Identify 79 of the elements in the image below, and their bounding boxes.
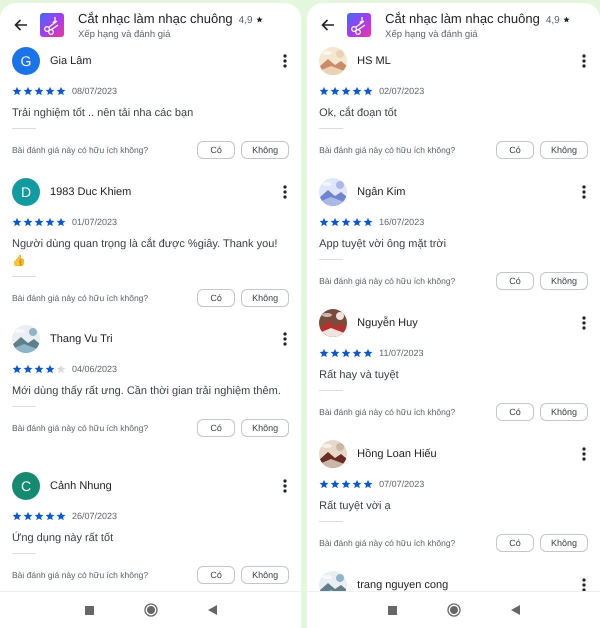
- more-icon[interactable]: [582, 316, 586, 330]
- review-text: Rất hay và tuyệt: [319, 368, 400, 383]
- helpful-question: Bài đánh giá này có hữu ích không?: [319, 276, 456, 286]
- reviewer-name: HS ML: [357, 55, 392, 67]
- helpful-question: Bài đánh giá này có hữu ích không?: [12, 293, 150, 303]
- vote-button[interactable]: Có: [197, 141, 236, 159]
- vote-button[interactable]: Không: [540, 534, 588, 552]
- rating-value: 4,9: [546, 14, 560, 26]
- helpful-question: Bài đánh giá này có hữu ích không?: [12, 423, 150, 433]
- review-date: 16/07/2023: [379, 217, 424, 227]
- reviewer-name: Thang Vu Tri: [50, 333, 114, 345]
- vote-button[interactable]: Có: [496, 403, 534, 421]
- review-date: 26/07/2023: [72, 511, 118, 521]
- review-date: 07/07/2023: [379, 479, 424, 489]
- more-icon[interactable]: [582, 447, 586, 461]
- review-date: 08/07/2023: [72, 86, 118, 96]
- star-icon: [562, 16, 570, 22]
- more-icon[interactable]: [283, 54, 288, 68]
- vote-button[interactable]: Có: [197, 566, 236, 584]
- more-icon[interactable]: [283, 332, 288, 346]
- reviewer-name: Cảnh Nhung: [50, 480, 113, 492]
- review-text: Rất tuyệt vời ạ: [319, 499, 392, 514]
- subtitle: Xếp hạng và đánh giá: [385, 28, 479, 40]
- reviewer-name: Hồng Loan Hiếu: [357, 448, 438, 460]
- helpful-question: Bài đánh giá này có hữu ích không?: [12, 145, 150, 155]
- reviewer-name: Nguyễn Huy: [357, 317, 419, 329]
- review-date: 02/07/2023: [379, 86, 424, 96]
- reviewer-name: Gia Lâm: [50, 55, 93, 67]
- rating-value: 4,9: [238, 14, 253, 26]
- more-icon[interactable]: [582, 185, 586, 199]
- review-date: 04/06/2023: [72, 364, 118, 374]
- more-icon[interactable]: [283, 479, 288, 493]
- vote-button[interactable]: Không: [241, 419, 290, 437]
- home-icon[interactable]: [144, 603, 158, 617]
- vote-button[interactable]: Không: [540, 272, 588, 290]
- back-icon[interactable]: [208, 605, 217, 615]
- more-icon[interactable]: [582, 578, 586, 591]
- review-text: Ok, cắt đoạn tốt: [319, 106, 398, 121]
- helpful-question: Bài đánh giá này có hữu ích không?: [319, 538, 456, 548]
- reviewer-name: Ngân Kim: [357, 186, 406, 198]
- avatar: G: [12, 47, 40, 75]
- reviewer-name: trang nguyen cong: [357, 579, 450, 591]
- vote-button[interactable]: Có: [197, 289, 236, 307]
- vote-button[interactable]: Không: [540, 141, 588, 159]
- reviewer-name: 1983 Duc Khiem: [50, 186, 132, 198]
- review-text: Mới dùng thấy rất ưng. Cần thời gian trải nghiệm thêm.: [12, 384, 282, 399]
- more-icon[interactable]: [283, 185, 288, 199]
- review-text: App tuyệt vời ông mặt trời: [319, 237, 448, 252]
- vote-button[interactable]: Có: [496, 534, 534, 552]
- vote-button[interactable]: Có: [496, 272, 534, 290]
- avatar: C: [12, 472, 40, 500]
- vote-button[interactable]: Không: [241, 566, 290, 584]
- vote-button[interactable]: Không: [241, 289, 290, 307]
- vote-button[interactable]: Không: [241, 141, 290, 159]
- review-date: 11/07/2023: [379, 348, 424, 358]
- back-arrow-icon[interactable]: [14, 19, 28, 31]
- subtitle: Xếp hạng và đánh giá: [78, 28, 172, 40]
- review-text: Trải nghiệm tốt .. nên tải nha các bạn: [12, 106, 194, 121]
- more-icon[interactable]: [582, 54, 586, 68]
- helpful-question: Bài đánh giá này có hữu ích không?: [12, 570, 150, 580]
- vote-button[interactable]: Có: [197, 419, 236, 437]
- recents-icon[interactable]: [388, 606, 397, 614]
- star-icon: [256, 16, 263, 22]
- app-icon: [40, 13, 64, 37]
- vote-button[interactable]: Không: [540, 403, 588, 421]
- app-title: Cắt nhạc làm nhạc chuông: [385, 10, 540, 26]
- vote-button[interactable]: Có: [496, 141, 534, 159]
- recents-icon[interactable]: [84, 606, 94, 614]
- helpful-question: Bài đánh giá này có hữu ích không?: [319, 145, 456, 155]
- back-icon[interactable]: [510, 605, 520, 615]
- home-icon[interactable]: [446, 603, 461, 617]
- review-text: Ứng dụng này rất tốt: [12, 530, 114, 546]
- app-icon: [347, 13, 372, 37]
- review-date: 01/07/2023: [72, 217, 118, 227]
- helpful-question: Bài đánh giá này có hữu ích không?: [319, 407, 456, 417]
- app-title: Cắt nhạc làm nhạc chuông: [78, 10, 233, 26]
- back-arrow-icon[interactable]: [321, 19, 336, 31]
- avatar: D: [12, 178, 40, 206]
- review-text: Người dùng quan trọng là cắt được %giây. Thank you! 👍: [12, 236, 278, 269]
